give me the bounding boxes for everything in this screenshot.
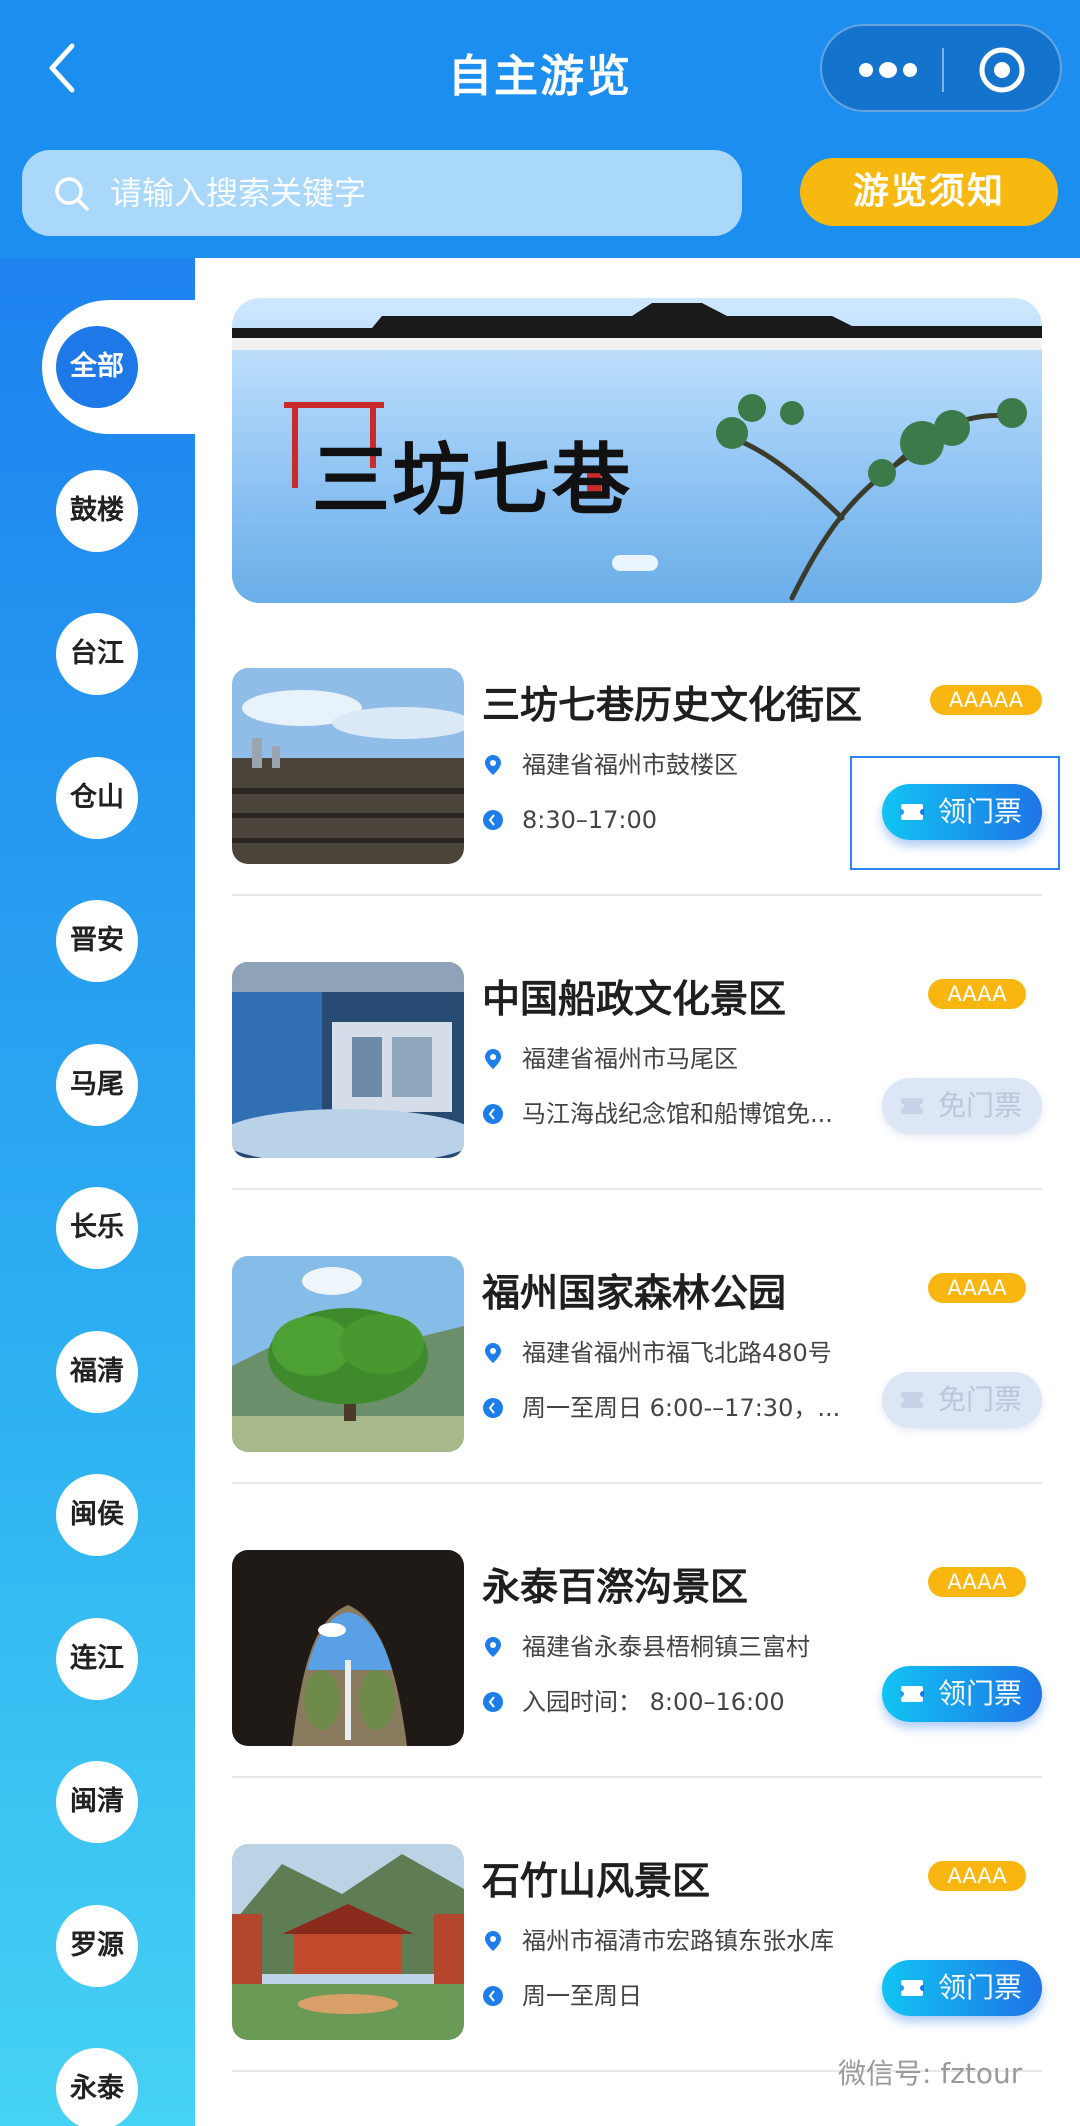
- ticket-button-label: 领门票: [938, 1677, 1023, 1710]
- attraction-thumbnail: [232, 668, 464, 864]
- card-divider: [232, 1776, 1042, 1778]
- attraction-name: 中国船政文化景区: [482, 977, 787, 1021]
- hours-text: 入园时间： 8:00–16:00: [522, 1688, 785, 1716]
- hours-text: 8:30–17:00: [522, 806, 658, 834]
- ticket-icon: [900, 1392, 924, 1408]
- address-text: 福州市福清市宏路镇东张水库: [522, 1927, 834, 1955]
- hours-text: 马江海战纪念馆和船博馆免...: [522, 1100, 833, 1128]
- card-divider: [232, 894, 1042, 896]
- clock-icon: [483, 1398, 503, 1418]
- ticket-button-label: 免门票: [938, 1089, 1023, 1122]
- ticket-icon: [900, 1098, 924, 1114]
- location-pin-icon: [485, 755, 501, 775]
- selection-highlight: [850, 756, 1060, 870]
- carousel-indicator: [612, 555, 658, 571]
- ticket-icon: [900, 1980, 924, 1996]
- attraction-thumbnail: [232, 1550, 464, 1746]
- address-text: 福建省福州市鼓楼区: [522, 751, 738, 779]
- get-ticket-button[interactable]: 领门票: [882, 1666, 1042, 1722]
- free-ticket-button[interactable]: 免门票: [882, 1078, 1042, 1134]
- top-bar: 自主游览 游览须知: [0, 0, 1080, 258]
- attraction-name: 三坊七巷历史文化街区: [482, 683, 863, 727]
- visit-notice-button[interactable]: 游览须知: [800, 158, 1058, 226]
- region-tab-mawei[interactable]: 马尾: [56, 1044, 138, 1126]
- clock-icon: [483, 1104, 503, 1124]
- ticket-button-label: 领门票: [938, 1971, 1023, 2004]
- region-tab-all[interactable]: 全部: [56, 326, 138, 408]
- banner-carousel[interactable]: 三坊七巷: [232, 298, 1042, 603]
- attraction-thumbnail: [232, 1256, 464, 1452]
- region-tab-taijiang[interactable]: 台江: [56, 613, 138, 695]
- region-tab-minhou[interactable]: 闽侯: [56, 1474, 138, 1556]
- hours-text: 周一至周日 6:00-–17:30，...: [522, 1394, 841, 1422]
- level-badge: AAAA: [928, 1861, 1026, 1891]
- clock-icon: [483, 810, 503, 830]
- attraction-card[interactable]: 福州国家森林公园 AAAA 福建省福州市福飞北路480号 周一至周日 6:00-…: [232, 1256, 1042, 1550]
- region-tab-lianjiang[interactable]: 连江: [56, 1618, 138, 1700]
- capsule-divider: [942, 48, 944, 92]
- region-tab-jinan[interactable]: 晋安: [56, 900, 138, 982]
- location-pin-icon: [485, 1343, 501, 1363]
- region-tab-minqing[interactable]: 闽清: [56, 1761, 138, 1843]
- clock-icon: [483, 1986, 503, 2006]
- ticket-icon: [900, 1686, 924, 1702]
- location-pin-icon: [485, 1931, 501, 1951]
- level-badge: AAAAA: [930, 685, 1042, 715]
- attraction-name: 永泰百漈沟景区: [482, 1565, 749, 1609]
- level-badge: AAAA: [928, 1567, 1026, 1597]
- region-tab-gulou[interactable]: 鼓楼: [56, 470, 138, 552]
- attraction-card[interactable]: 中国船政文化景区 AAAA 福建省福州市马尾区 马江海战纪念馆和船博馆免... …: [232, 962, 1042, 1256]
- address-text: 福建省福州市福飞北路480号: [522, 1339, 832, 1367]
- ticket-button-label: 免门票: [938, 1383, 1023, 1416]
- get-ticket-button[interactable]: 领门票: [882, 1960, 1042, 2016]
- attraction-name: 福州国家森林公园: [482, 1271, 787, 1315]
- attraction-thumbnail: [232, 962, 464, 1158]
- location-pin-icon: [485, 1049, 501, 1069]
- clock-icon: [483, 1692, 503, 1712]
- level-badge: AAAA: [928, 979, 1026, 1009]
- search-input[interactable]: [110, 150, 710, 236]
- attraction-thumbnail: [232, 1844, 464, 2040]
- free-ticket-button[interactable]: 免门票: [882, 1372, 1042, 1428]
- hours-text: 周一至周日: [522, 1982, 642, 2010]
- level-badge: AAAA: [928, 1273, 1026, 1303]
- location-pin-icon: [485, 1637, 501, 1657]
- address-text: 福建省福州市马尾区: [522, 1045, 738, 1073]
- region-tab-changle[interactable]: 长乐: [56, 1187, 138, 1269]
- card-divider: [232, 1188, 1042, 1190]
- close-target-icon[interactable]: [978, 46, 1026, 94]
- mini-program-capsule: [820, 24, 1062, 112]
- attraction-name: 石竹山风景区: [482, 1859, 711, 1903]
- search-box[interactable]: [22, 150, 742, 236]
- more-icon[interactable]: [856, 56, 920, 84]
- banner-title: 三坊七巷: [312, 435, 633, 526]
- attraction-card[interactable]: 永泰百漈沟景区 AAAA 福建省永泰县梧桐镇三富村 入园时间： 8:00–16:…: [232, 1550, 1042, 1844]
- region-tab-cangshan[interactable]: 仓山: [56, 757, 138, 839]
- search-icon: [55, 177, 89, 211]
- address-text: 福建省永泰县梧桐镇三富村: [522, 1633, 810, 1661]
- region-tab-luoyuan[interactable]: 罗源: [56, 1905, 138, 1987]
- region-tab-yongtai[interactable]: 永泰: [56, 2048, 138, 2126]
- region-tab-fuqing[interactable]: 福清: [56, 1331, 138, 1413]
- wechat-watermark: 微信号: fztour: [838, 2057, 1023, 2090]
- card-divider: [232, 1482, 1042, 1484]
